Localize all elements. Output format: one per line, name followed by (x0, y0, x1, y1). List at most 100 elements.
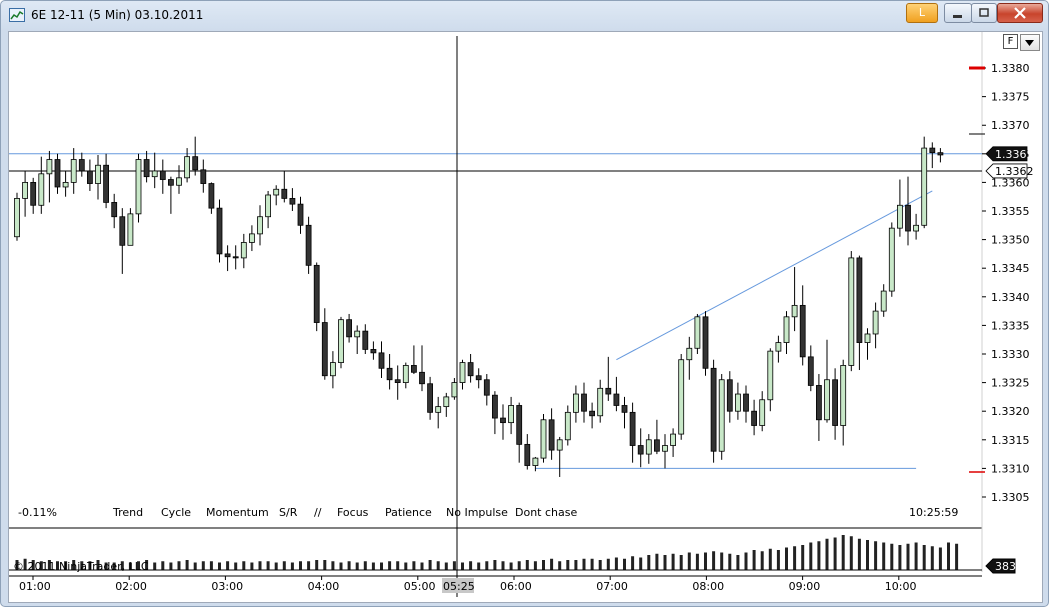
candle-down (192, 156, 199, 171)
candle-down (929, 147, 936, 154)
indicator-label-row: -0.11% (9, 506, 989, 522)
volume-bar (388, 561, 392, 570)
candle-down (726, 379, 733, 412)
candle-down (216, 207, 223, 255)
volume-bar (598, 560, 602, 570)
candle-up (70, 159, 77, 183)
candle-down (589, 410, 595, 417)
volume-bar (355, 562, 359, 570)
candle-down (937, 152, 944, 156)
candle-down (500, 417, 506, 424)
volume-bar (193, 562, 197, 570)
candle-down (313, 264, 320, 323)
candle-down (54, 159, 61, 188)
candle-up (897, 204, 903, 229)
candle-up (176, 177, 182, 186)
candle-up (22, 181, 29, 199)
candle-down (200, 169, 207, 184)
chart-panel[interactable]: 1.33801.33751.33701.33651.33601.33551.33… (8, 31, 1043, 603)
candle-down (483, 379, 490, 396)
candle-down (548, 419, 555, 451)
volume-bar (444, 562, 448, 570)
volume-bar (938, 547, 942, 570)
candle-up (62, 181, 69, 188)
rising-channel-line (616, 190, 933, 361)
candle-up (127, 213, 134, 246)
title-bar[interactable]: 6E 12-11 (5 Min) 03.10.2011 L (1, 1, 1048, 31)
change-percent: -0.11% (18, 506, 57, 519)
volume-bar (469, 561, 473, 570)
volume-bar (258, 561, 262, 570)
candle-up (184, 156, 191, 179)
volume-bar (209, 561, 213, 570)
candle-up (329, 362, 336, 377)
candle-up (662, 445, 668, 452)
close-icon (1014, 7, 1026, 19)
volume-bar (922, 545, 926, 570)
volume-bar (857, 538, 861, 570)
candle-down (362, 330, 369, 350)
volume-bar (768, 548, 772, 570)
candle-up (573, 393, 579, 413)
candle-down (816, 385, 822, 421)
candle-up (848, 257, 855, 366)
volume-bar (874, 541, 878, 570)
price-tick-label: 1.3320 (991, 405, 1030, 418)
volume-bar (639, 557, 643, 570)
volume-bar (169, 562, 173, 570)
volume-bar (477, 562, 481, 570)
candle-down (378, 352, 385, 369)
candle-up (151, 170, 158, 178)
candle-down (167, 179, 174, 186)
volume-bar (323, 560, 327, 570)
candle-up (265, 194, 272, 218)
volume-bar (947, 542, 950, 570)
volume-tag-label: 383 (995, 560, 1016, 573)
candle-up (597, 387, 604, 417)
volume-bar (566, 560, 570, 570)
volume-bar (282, 561, 286, 570)
maximize-button[interactable] (971, 3, 997, 23)
volume-bar (226, 561, 230, 570)
close-button[interactable] (997, 3, 1043, 23)
candle-down (419, 371, 425, 385)
candle-down (208, 183, 215, 209)
candle-up (435, 406, 442, 413)
minimize-button[interactable] (944, 3, 972, 23)
format-button[interactable]: F (1003, 34, 1018, 49)
candle-up (670, 433, 676, 446)
volume-bar (218, 562, 221, 570)
volume-bar (817, 541, 821, 570)
last-price-tag-label: 1.3365 (995, 148, 1034, 161)
dropdown-button[interactable] (1020, 34, 1040, 51)
link-button[interactable]: L (906, 3, 938, 23)
volume-bar (793, 546, 797, 570)
volume-bar (234, 562, 238, 570)
volume-bar (517, 561, 521, 570)
candle-down (905, 204, 911, 232)
volume-bar (153, 562, 157, 570)
volume-bar (679, 555, 683, 570)
volume-bar (776, 550, 780, 570)
candle-up (135, 159, 142, 215)
volume-bar (882, 542, 886, 570)
candle-down (807, 356, 814, 386)
candle-up (840, 365, 847, 426)
candle-up (767, 350, 774, 401)
volume-bar (396, 561, 400, 570)
volume-bar (582, 558, 586, 570)
volume-bar (930, 546, 934, 570)
price-tick-label: 1.3370 (991, 119, 1030, 132)
copyright-text: © 2011 NinjaTrader, LLC (13, 560, 149, 573)
candle-up (532, 457, 539, 466)
candle-down (87, 170, 93, 184)
candle-up (686, 347, 693, 361)
volume-bar (242, 561, 246, 570)
candle-down (30, 181, 37, 206)
volume-bar (704, 552, 707, 570)
candle-down (321, 322, 328, 377)
volume-bar (363, 561, 367, 570)
volume-bar (655, 553, 659, 570)
volume-bar (841, 535, 845, 570)
candle-up (257, 216, 263, 235)
